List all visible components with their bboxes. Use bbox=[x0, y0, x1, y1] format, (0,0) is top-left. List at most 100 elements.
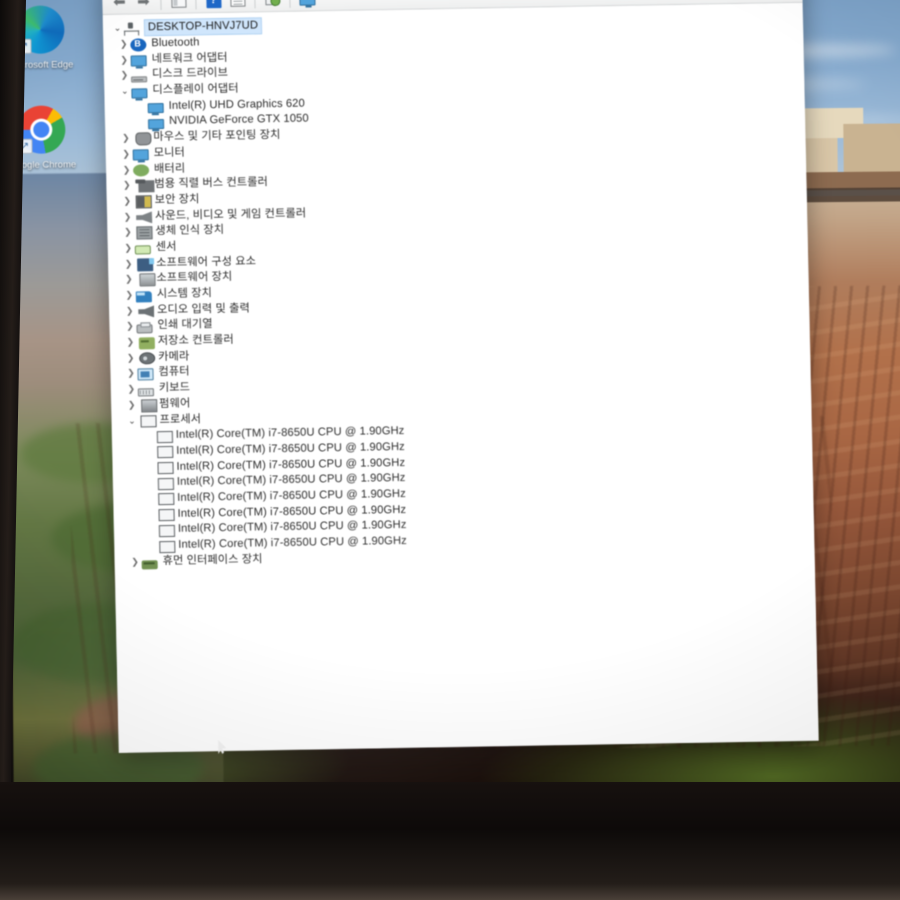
cpu-icon bbox=[158, 493, 175, 506]
chevron-right-icon[interactable]: ❯ bbox=[125, 384, 138, 394]
hid-icon bbox=[141, 559, 158, 570]
tree-node-label: 보안 장치 bbox=[154, 193, 200, 207]
back-arrow-icon[interactable]: ⬅ bbox=[108, 0, 130, 12]
cpu-icon bbox=[157, 477, 175, 490]
toolbar-separator bbox=[254, 0, 256, 8]
chevron-right-icon[interactable]: ❯ bbox=[120, 148, 133, 158]
tree-node-label: NVIDIA GeForce GTX 1050 bbox=[168, 112, 309, 128]
computer-root-icon bbox=[124, 23, 140, 36]
chevron-right-icon[interactable]: ❯ bbox=[124, 368, 137, 378]
chevron-right-icon[interactable]: ❯ bbox=[123, 290, 136, 300]
tree-node-label: 저장소 컨트롤러 bbox=[157, 333, 234, 348]
cpu-icon bbox=[156, 430, 174, 443]
tree-node-label: DESKTOP-HNVJ7UD bbox=[143, 17, 263, 37]
tree-node-label: 범용 직렬 버스 컨트롤러 bbox=[154, 176, 269, 191]
usb-controller-icon bbox=[138, 179, 155, 193]
chevron-right-icon[interactable]: ❯ bbox=[117, 39, 130, 49]
chevron-right-icon[interactable]: ❯ bbox=[124, 352, 137, 362]
tree-node-label: 마우스 및 기타 포인팅 장치 bbox=[153, 129, 281, 144]
bluetooth-icon bbox=[130, 38, 147, 52]
software-device-icon bbox=[139, 273, 156, 287]
tree-node-label: 소프트웨어 장치 bbox=[156, 271, 233, 285]
tree-node-label: 사운드, 비디오 및 게임 컨트롤러 bbox=[154, 207, 307, 222]
tree-node-label: 디스크 드라이브 bbox=[151, 67, 229, 81]
forward-arrow-icon[interactable]: ➡ bbox=[132, 0, 154, 12]
chevron-right-icon[interactable]: ❯ bbox=[121, 196, 134, 206]
chevron-right-icon[interactable]: ❯ bbox=[118, 70, 131, 80]
tree-node-label: 프로세서 bbox=[159, 412, 202, 426]
chevron-right-icon[interactable]: ❯ bbox=[124, 337, 137, 347]
device-manager-window[interactable]: 파일(F) 동작(A) 보기(V) 도움말(H) ⬅ ➡ ? bbox=[101, 0, 819, 753]
software-component-icon bbox=[137, 257, 154, 272]
chevron-right-icon[interactable]: ❯ bbox=[118, 54, 131, 64]
cpu-icon bbox=[159, 540, 176, 553]
monitor-icon bbox=[132, 149, 149, 161]
tree-node-label: 센서 bbox=[155, 240, 177, 254]
cpu-icon bbox=[157, 446, 174, 459]
tree-node-label: 키보드 bbox=[158, 381, 191, 395]
processor-icon bbox=[140, 415, 157, 428]
console-tree-icon[interactable] bbox=[167, 0, 189, 11]
sound-controller-icon bbox=[136, 211, 152, 223]
scan-hardware-icon[interactable] bbox=[261, 0, 283, 10]
network-adapter-icon bbox=[130, 55, 147, 67]
display-adapter-icon bbox=[147, 118, 165, 130]
chevron-down-icon[interactable]: ⌄ bbox=[111, 23, 124, 33]
tree-node-label: 배터리 bbox=[153, 162, 186, 175]
cpu-icon bbox=[158, 509, 175, 522]
tree-node-label: 디스플레이 어댑터 bbox=[152, 82, 239, 97]
keyboard-icon bbox=[137, 387, 155, 397]
disk-drive-icon bbox=[131, 76, 148, 83]
security-device-icon bbox=[135, 195, 152, 209]
show-devices-icon[interactable] bbox=[296, 0, 318, 9]
chevron-right-icon[interactable]: ❯ bbox=[120, 180, 133, 190]
display-adapter-icon bbox=[131, 87, 148, 99]
laptop-photo: ↗ Microsoft Edge ↗ Google Chrome 파일(F) 동… bbox=[0, 0, 900, 900]
chevron-down-icon[interactable]: ⌄ bbox=[125, 415, 138, 425]
cpu-icon bbox=[158, 524, 176, 538]
chevron-right-icon[interactable]: ❯ bbox=[122, 243, 135, 253]
tree-node-label: Intel(R) UHD Graphics 620 bbox=[168, 97, 305, 112]
tree-node-label: 펌웨어 bbox=[159, 397, 191, 410]
audio-io-icon bbox=[138, 305, 154, 317]
tree-node-label: 휴먼 인터페이스 장치 bbox=[162, 553, 263, 567]
chevron-right-icon[interactable]: ❯ bbox=[123, 321, 136, 331]
system-device-icon bbox=[135, 291, 152, 303]
biometric-device-icon bbox=[136, 226, 153, 240]
chevron-right-icon[interactable]: ❯ bbox=[122, 274, 135, 284]
chevron-right-icon[interactable]: ❯ bbox=[123, 305, 136, 315]
tree-node-label: 소프트웨어 구성 요소 bbox=[155, 255, 257, 269]
chevron-right-icon[interactable]: ❯ bbox=[122, 258, 135, 268]
cpu-icon bbox=[157, 461, 174, 475]
chevron-right-icon[interactable]: ❯ bbox=[129, 556, 142, 566]
print-queue-icon bbox=[136, 324, 153, 334]
chevron-right-icon[interactable]: ❯ bbox=[121, 211, 134, 221]
battery-icon bbox=[132, 164, 150, 177]
display-adapter-icon bbox=[147, 103, 164, 114]
chevron-right-icon[interactable]: ❯ bbox=[120, 164, 133, 174]
toolbar-separator bbox=[289, 0, 291, 8]
computer-icon bbox=[137, 368, 154, 381]
tree-node-label: 인쇄 대기열 bbox=[157, 318, 213, 332]
toolbar-separator bbox=[195, 0, 197, 9]
properties-icon[interactable] bbox=[226, 0, 248, 10]
laptop-screen: ↗ Microsoft Edge ↗ Google Chrome 파일(F) 동… bbox=[6, 0, 900, 794]
chevron-right-icon[interactable]: ❯ bbox=[125, 399, 138, 409]
laptop-bezel-bottom bbox=[0, 782, 900, 900]
chevron-right-icon[interactable]: ❯ bbox=[119, 133, 132, 143]
sensor-icon bbox=[134, 245, 151, 255]
tree-node-label: 컴퓨터 bbox=[158, 366, 190, 379]
tree-node-label: Bluetooth bbox=[151, 36, 200, 50]
tree-node-label: 오디오 입력 및 출력 bbox=[157, 302, 251, 316]
tree-node-label: 네트워크 어댑터 bbox=[151, 51, 228, 65]
tree-node-label: 생체 인식 장치 bbox=[155, 224, 225, 238]
mouse-icon bbox=[135, 132, 152, 146]
help-icon[interactable]: ? bbox=[202, 0, 224, 11]
tree-node-label: 시스템 장치 bbox=[156, 287, 213, 301]
toolbar-separator bbox=[160, 0, 162, 10]
tree-node-label: 카메라 bbox=[158, 350, 190, 363]
chevron-down-icon[interactable]: ⌄ bbox=[118, 86, 131, 96]
device-tree[interactable]: ⌄ DESKTOP-HNVJ7UD ❯ Bluetooth ❯ 네트워크 어댑터 ❯ 디스… bbox=[102, 2, 819, 753]
firmware-icon bbox=[141, 399, 158, 413]
chevron-right-icon[interactable]: ❯ bbox=[121, 227, 134, 237]
